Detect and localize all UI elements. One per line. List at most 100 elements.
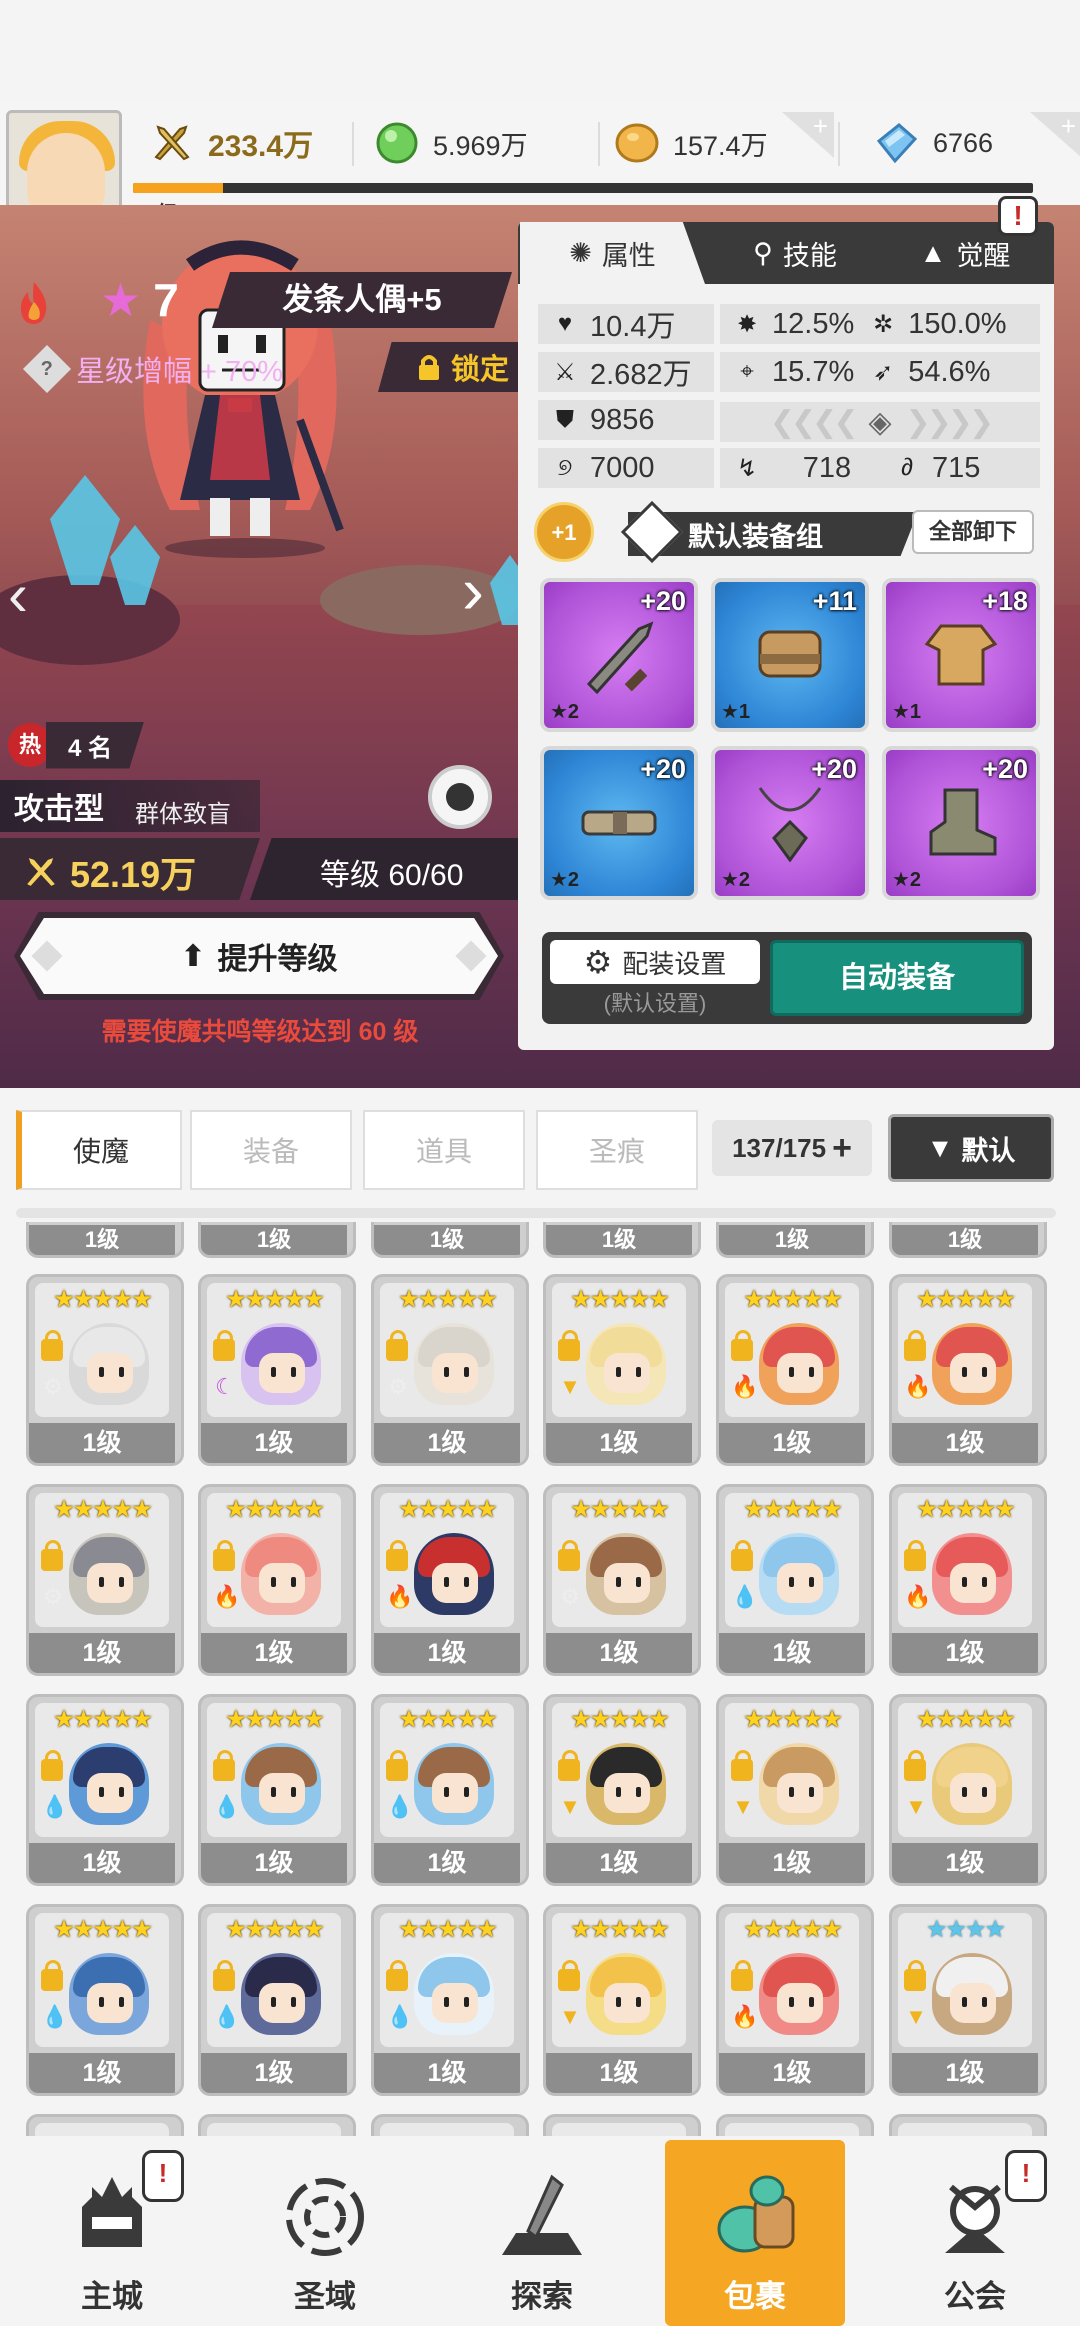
- tab-label: 属性: [601, 240, 656, 271]
- hero-card[interactable]: ★★★★★ ▼ 1级: [716, 1694, 874, 1886]
- hero-card[interactable]: ★★★★★ 🔥 1级: [889, 1274, 1047, 1466]
- hero-card[interactable]: ★★★★★ ☾ 1级: [198, 1274, 356, 1466]
- rotate-view-button[interactable]: [428, 765, 492, 829]
- inventory-count[interactable]: 137/175 +: [712, 1120, 872, 1176]
- gem-value: 6766: [933, 127, 994, 158]
- hero-card-level: 1级: [546, 1225, 692, 1255]
- triangle-down-icon: ▼: [926, 1132, 954, 1163]
- gear-slot[interactable]: +20 ★2: [540, 578, 698, 732]
- hero-card[interactable]: ★★★★★ 🔥 1级: [716, 1274, 874, 1466]
- loadout-settings-button[interactable]: ⚙ 配装设置: [550, 940, 760, 984]
- prev-hero-arrow[interactable]: ‹: [8, 560, 48, 630]
- tab-equipment[interactable]: 装备: [190, 1110, 352, 1190]
- hero-card[interactable]: [543, 2114, 701, 2136]
- hero-card[interactable]: 1级: [889, 1222, 1047, 1258]
- hero-stars: ★★★★★: [916, 1286, 1016, 1313]
- hero-card[interactable]: [371, 2114, 529, 2136]
- hero-card[interactable]: ★★★★★ 💧 1级: [198, 1904, 356, 2096]
- hero-card[interactable]: [26, 2114, 184, 2136]
- hero-card[interactable]: 1级: [543, 1222, 701, 1258]
- lock-icon: [731, 1960, 753, 1991]
- green-currency[interactable]: 5.969万: [375, 112, 575, 174]
- hero-card[interactable]: ★★★★★ ⚙ 1级: [371, 1274, 529, 1466]
- nav-sword-stone[interactable]: 探索: [452, 2140, 632, 2326]
- gear-slot[interactable]: +20 ★2: [882, 746, 1040, 900]
- gear-set-label: 默认装备组: [688, 521, 823, 552]
- gear-slot[interactable]: +20 ★2: [711, 746, 869, 900]
- fire-element-icon: [20, 282, 47, 324]
- hero-card[interactable]: ★★★★★ 💧 1级: [198, 1694, 356, 1886]
- coin-currency[interactable]: 157.4万: [615, 112, 815, 174]
- hero-card[interactable]: ★★★★★ ▼ 1级: [889, 1694, 1047, 1886]
- lock-icon: [558, 1750, 580, 1781]
- hero-card[interactable]: [198, 2114, 356, 2136]
- hero-card[interactable]: ★★★★★ 🔥 1级: [371, 1484, 529, 1676]
- gear-slot[interactable]: +11 ★1: [711, 578, 869, 732]
- stat-hit: ⌖ 15.7% ➶ 54.6%: [720, 352, 1040, 392]
- hero-card[interactable]: ★★★★★ ⚙ 1级: [26, 1484, 184, 1676]
- hero-stars: ★★★★★: [225, 1286, 325, 1313]
- config-label: 配装设置: [622, 948, 727, 979]
- hero-subtype: 群体致盲: [135, 801, 231, 828]
- tab-items[interactable]: 道具: [363, 1110, 525, 1190]
- hero-card[interactable]: ★★★★★ 💧 1级: [716, 1484, 874, 1676]
- hero-card-level: 1级: [201, 1633, 347, 1673]
- hero-card[interactable]: ★★★★★ ⚙ 1级: [543, 1484, 701, 1676]
- hero-stars: ★★★★★: [53, 1496, 153, 1523]
- hero-card[interactable]: ★★★★★ 🔥 1级: [716, 1904, 874, 2096]
- alert-icon[interactable]: !: [998, 196, 1038, 236]
- hero-card[interactable]: ★★★★★ 🔥 1级: [889, 1484, 1047, 1676]
- hero-stars: ★★★★★: [398, 1286, 498, 1313]
- hero-card[interactable]: 1级: [371, 1222, 529, 1258]
- hero-card[interactable]: ★★★★★ 💧 1级: [371, 1694, 529, 1886]
- gem-icon: [876, 123, 918, 164]
- hero-card[interactable]: ★★★★★ 💧 1级: [26, 1694, 184, 1886]
- lock-label: 锁定: [450, 354, 509, 386]
- hero-card[interactable]: 1级: [716, 1222, 874, 1258]
- gear-slot[interactable]: +18 ★1: [882, 578, 1040, 732]
- hero-card[interactable]: ★★★★★ 💧 1级: [26, 1904, 184, 2096]
- gear-bonus-badge[interactable]: +1: [534, 502, 594, 562]
- hero-card[interactable]: [889, 2114, 1047, 2136]
- hero-card-level: 1级: [546, 2053, 692, 2093]
- unequip-all-button[interactable]: 全部卸下: [912, 510, 1034, 554]
- tab-familiars[interactable]: 使魔: [16, 1110, 182, 1190]
- stat-resist: ୭ 7000: [538, 448, 714, 488]
- hero-card[interactable]: 1级: [26, 1222, 184, 1258]
- hero-card[interactable]: [716, 2114, 874, 2136]
- hero-card[interactable]: ★★★★★ ⚙ 1级: [26, 1274, 184, 1466]
- stat-crit: ✸ 12.5% ✲ 150.0%: [720, 304, 1040, 344]
- nav-vortex[interactable]: 圣域: [235, 2140, 415, 2326]
- crit-icon: ✸: [736, 310, 758, 338]
- star-bonus[interactable]: ? 星级增幅 + 70%: [22, 344, 283, 394]
- gear-level: +20: [811, 754, 857, 784]
- hero-card[interactable]: ★★★★★ 💧 1级: [371, 1904, 529, 2096]
- gear-level: +20: [640, 754, 686, 784]
- sort-dropdown[interactable]: ▼ 默认: [888, 1114, 1054, 1182]
- nav-bag[interactable]: 包裹: [665, 2140, 845, 2326]
- hero-card[interactable]: 1级: [198, 1222, 356, 1258]
- plus-icon[interactable]: +: [832, 1129, 852, 1168]
- auto-equip-button[interactable]: 自动装备: [770, 940, 1024, 1016]
- hero-card[interactable]: ★★★★★ 🔥 1级: [198, 1484, 356, 1676]
- next-hero-arrow[interactable]: ›: [462, 555, 502, 625]
- helmet-icon: [758, 630, 822, 678]
- tab-stigmata[interactable]: 圣痕: [536, 1110, 698, 1190]
- hero-card-level: 1级: [29, 1225, 175, 1255]
- hero-grid[interactable]: 1级 1级 1级 1级 1级 1级 ★★★★★ ⚙ 1级 ★★★★★ ☾ 1级 ★★★★★ ⚙ 1级 ★★★★…: [0, 1222, 1080, 2136]
- nav-label: 公会: [944, 2279, 1006, 2314]
- tab-skills[interactable]: ⚲ 技能: [715, 222, 875, 284]
- gem-currency[interactable]: 6766: [875, 112, 1055, 174]
- hero-card[interactable]: ★★★★★ ▼ 1级: [543, 1904, 701, 2096]
- upgrade-level-button[interactable]: ⬆ 提升等级: [14, 912, 504, 1000]
- hero-card-level: 1级: [719, 1843, 865, 1883]
- attributes-icon: ✺: [569, 237, 592, 268]
- tab-attributes[interactable]: ✺ 属性: [520, 222, 705, 284]
- hero-card[interactable]: ★★★★ ▼ 1级: [889, 1904, 1047, 2096]
- hero-card[interactable]: ★★★★★ ▼ 1级: [543, 1274, 701, 1466]
- hero-card[interactable]: ★★★★★ ▼ 1级: [543, 1694, 701, 1886]
- stat-value: 715: [932, 451, 981, 484]
- hero-power: 52.19万: [22, 846, 196, 898]
- gear-slot[interactable]: +20 ★2: [540, 746, 698, 900]
- question-icon[interactable]: ?: [22, 344, 72, 394]
